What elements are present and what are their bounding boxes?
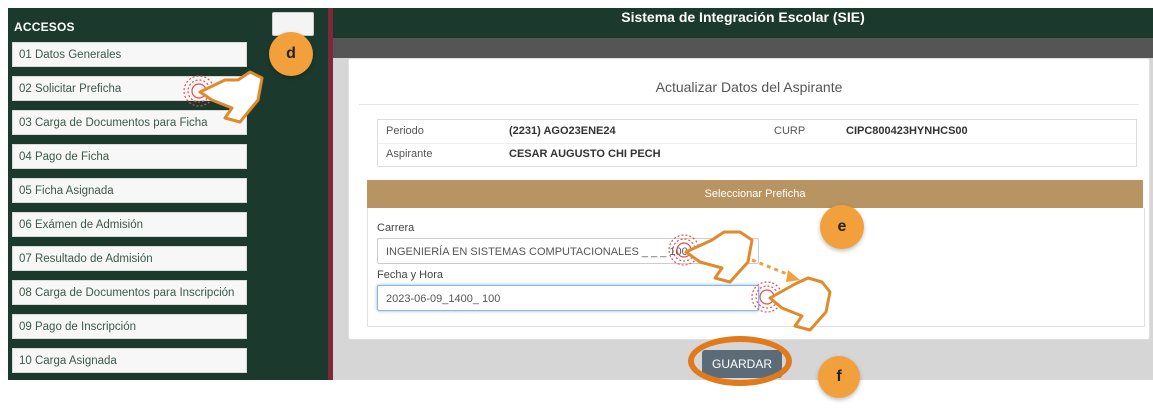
- header-subbar: [333, 38, 1153, 58]
- section-header: Seleccionar Preficha: [367, 180, 1143, 208]
- periodo-label: Periodo: [386, 125, 424, 137]
- table-row-divider: [378, 143, 1136, 144]
- panel-title: Actualizar Datos del Aspirante: [655, 79, 843, 95]
- sidebar-item-resultado-admision[interactable]: 07 Resultado de Admisión: [12, 246, 247, 271]
- sidebar-item-ficha-asignada[interactable]: 05 Ficha Asignada: [12, 178, 247, 203]
- aspirante-value: CESAR AUGUSTO CHI PECH: [509, 148, 661, 160]
- fecha-label: Fecha y Hora: [377, 269, 444, 281]
- highlight-ring: [688, 336, 792, 386]
- fecha-select[interactable]: 2023-06-09_1400_ 100: [377, 285, 759, 311]
- sidebar-item-datos-generales[interactable]: 01 Datos Generales: [12, 42, 247, 67]
- curp-label: CURP: [774, 125, 806, 137]
- carrera-label: Carrera: [377, 222, 415, 234]
- periodo-value: (2231) AGO23ENE24: [509, 125, 616, 137]
- carrera-select[interactable]: INGENIERÍA EN SISTEMAS COMPUTACIONALES _…: [377, 238, 759, 264]
- sidebar-item-pago-inscripcion[interactable]: 09 Pago de Inscripción: [12, 314, 247, 339]
- sidebar-item-pago-ficha[interactable]: 04 Pago de Ficha: [12, 144, 247, 169]
- header-bar: Sistema de Integración Escolar (SIE): [333, 8, 1153, 38]
- aspirante-label: Aspirante: [386, 148, 433, 160]
- annotation-badge-f: f: [818, 356, 860, 398]
- app-title: Sistema de Integración Escolar (SIE): [621, 9, 865, 25]
- annotation-badge-e: e: [820, 205, 864, 249]
- annotation-badge-d: d: [269, 32, 313, 76]
- applicant-info-table: Periodo (2231) AGO23ENE24 CURP CIPC80042…: [377, 119, 1137, 167]
- curp-value: CIPC800423HYNHCS00: [846, 125, 968, 137]
- sidebar-item-carga-documentos-ficha[interactable]: 03 Carga de Documentos para Ficha: [12, 110, 247, 135]
- panel-divider: [359, 104, 1139, 105]
- sidebar-item-carga-documentos-inscripcion[interactable]: 08 Carga de Documentos para Inscripción: [12, 280, 247, 305]
- sidebar-item-carga-asignada[interactable]: 10 Carga Asignada: [12, 348, 247, 373]
- section-title: Seleccionar Preficha: [704, 188, 806, 200]
- sidebar-item-solicitar-preficha[interactable]: 02 Solicitar Preficha: [12, 76, 247, 101]
- sidebar-title: ACCESOS: [14, 20, 75, 34]
- sidebar-item-examen-admision[interactable]: 06 Exámen de Admisión: [12, 212, 247, 237]
